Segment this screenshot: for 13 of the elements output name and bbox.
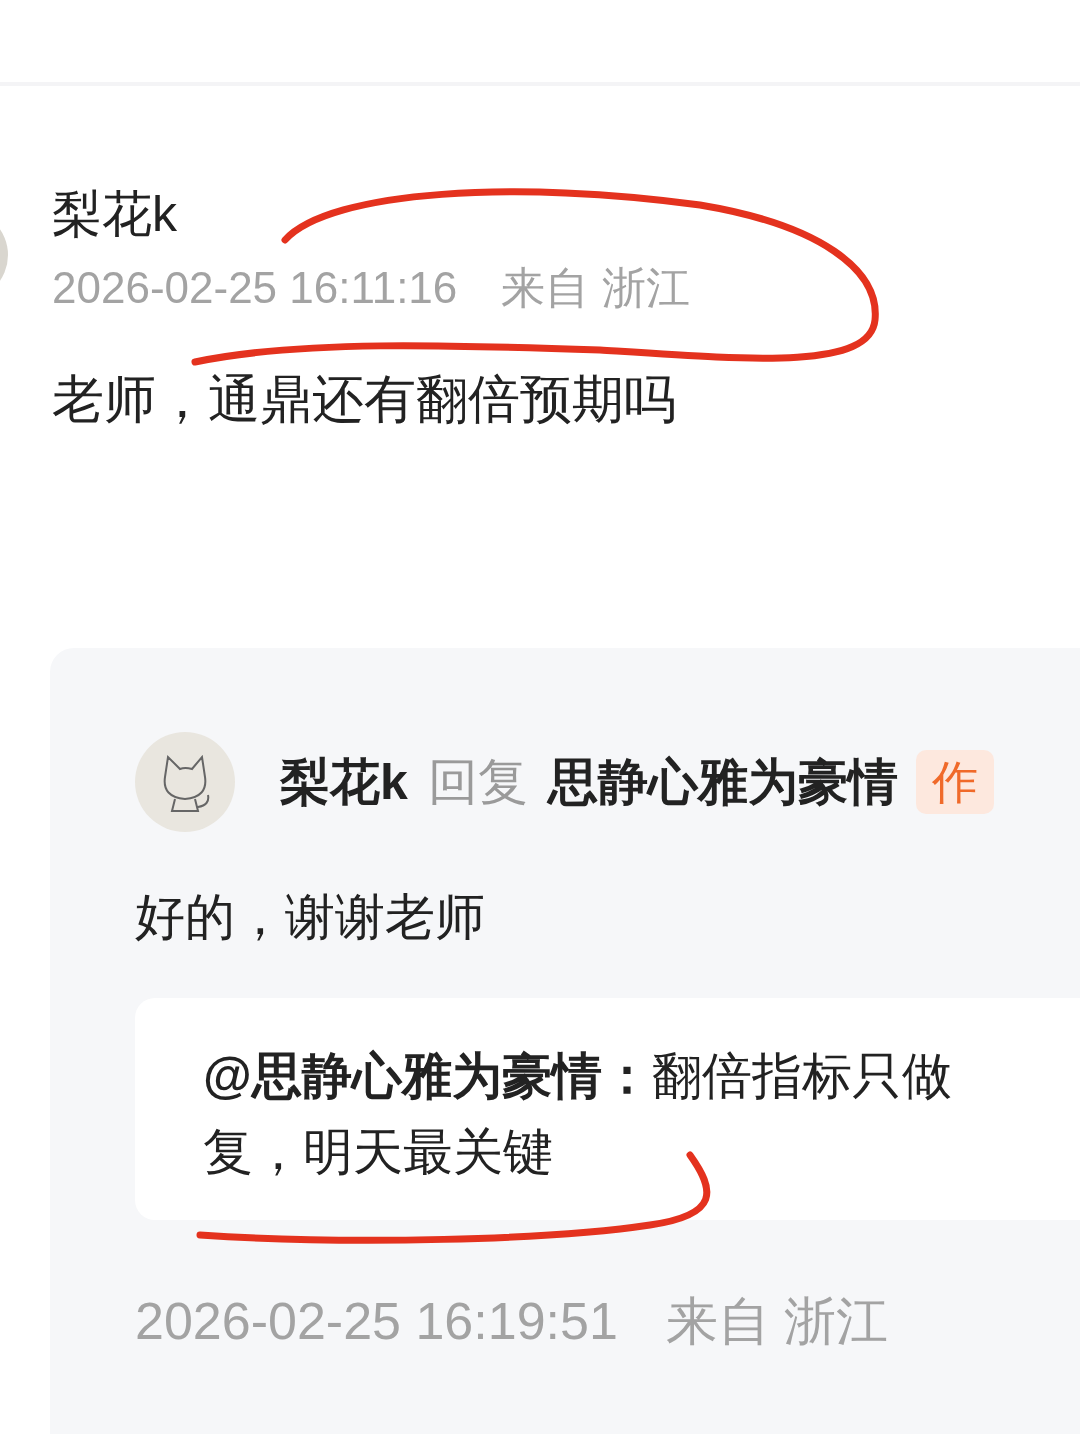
reply-text: 好的，谢谢老师	[135, 888, 486, 947]
username[interactable]: 梨花k	[52, 182, 690, 246]
comment-text: 老师，通鼎还有翻倍预期吗	[52, 369, 677, 430]
username[interactable]: 思静心雅为豪情	[547, 744, 898, 820]
author-badge: 作	[915, 750, 994, 814]
timestamp: 2026-02-25 16:11:16	[52, 262, 458, 314]
reply-label: 回复	[427, 752, 528, 812]
location: 来自 浙江	[665, 1291, 889, 1352]
timestamp: 2026-02-25 16:19:51	[135, 1291, 618, 1352]
username[interactable]: 梨花k	[280, 744, 408, 820]
location: 来自 浙江	[501, 262, 690, 314]
quote-text: 复，明天最关键	[203, 1123, 554, 1182]
quote-text: @思静心雅为豪情：翻倍指标只做	[203, 1047, 953, 1106]
